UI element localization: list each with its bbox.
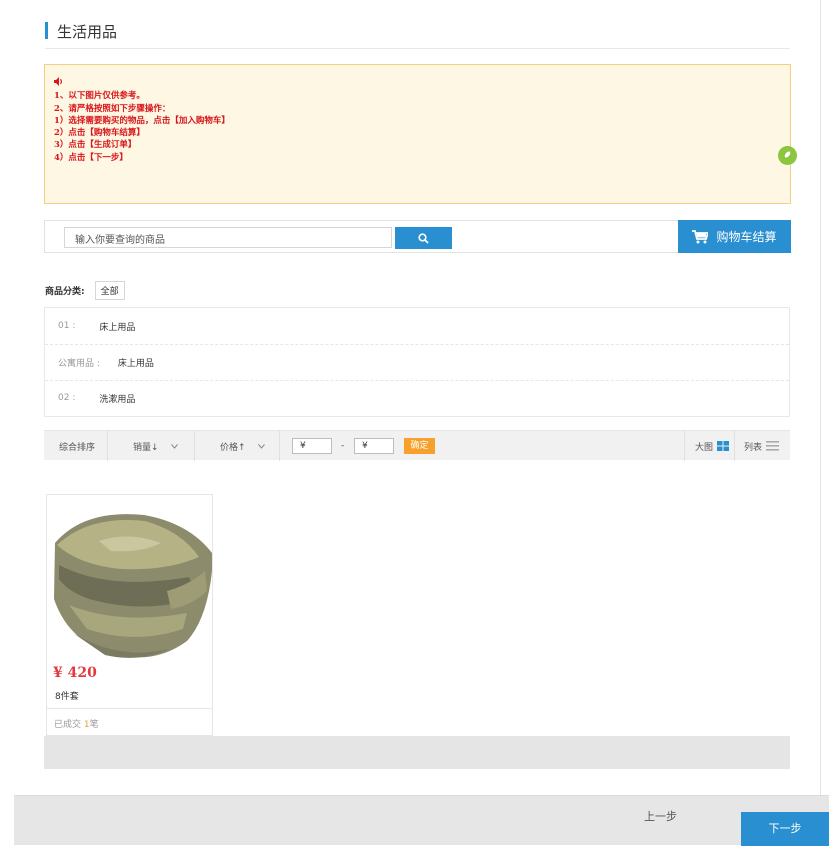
divider <box>684 431 685 461</box>
product-sales: 已成交 1笔 <box>47 708 212 736</box>
price-max-input[interactable]: ¥ <box>354 438 394 454</box>
list-view-button[interactable]: 列表 <box>744 431 780 461</box>
sort-toolbar: 综合排序 销量↓ 价格↑ ¥ - ¥ 确定 大图 列表 <box>44 430 790 461</box>
category-filter: 商品分类: 全部 <box>45 280 125 300</box>
section-header: 生活用品 <box>45 18 790 49</box>
notice-line: 1、以下图片仅供参考。 <box>54 91 145 102</box>
grid-icon <box>717 441 730 451</box>
category-key: 02 : <box>58 393 76 403</box>
product-image[interactable] <box>49 501 212 664</box>
price-confirm-button[interactable]: 确定 <box>404 438 435 454</box>
sold-prefix: 已成交 <box>54 720 82 730</box>
list-icon <box>766 441 780 451</box>
speaker-icon <box>54 77 230 90</box>
chevron-down-icon <box>170 443 178 449</box>
pagination-bar <box>44 736 790 769</box>
category-label: 商品分类: <box>45 286 85 297</box>
sort-price-label: 价格↑ <box>220 442 246 453</box>
next-step-button[interactable]: 下一步 <box>741 812 829 846</box>
category-list: 01 : 床上用品 公寓用品 : 床上用品 02 : 洗漱用品 <box>44 307 790 417</box>
divider <box>734 431 735 461</box>
category-key: 公寓用品 : <box>58 358 100 369</box>
sort-general[interactable]: 综合排序 <box>59 431 95 461</box>
notice-line: 2、请严格按照如下步骤操作： <box>54 103 171 114</box>
search-bar: 输入你要查询的商品 购物车结算 <box>44 220 791 253</box>
category-row: 01 : 床上用品 <box>45 308 789 345</box>
chevron-down-icon <box>257 443 265 449</box>
search-button[interactable] <box>395 227 452 249</box>
notice-line: 3）点击【生成订单】 <box>54 140 137 151</box>
cart-checkout-button[interactable]: 购物车结算 <box>678 220 791 253</box>
page-right-border <box>820 0 821 795</box>
search-input[interactable]: 输入你要查询的商品 <box>64 227 392 248</box>
notice-text: 1、以下图片仅供参考。 2、请严格按照如下步骤操作： 1）选择需要购买的物品，点… <box>54 77 230 164</box>
divider <box>194 431 195 461</box>
category-key: 01 : <box>58 321 76 331</box>
price-range-dash: - <box>341 441 345 451</box>
sort-price[interactable]: 价格↑ <box>220 431 265 461</box>
sort-sales[interactable]: 销量↓ <box>133 431 178 461</box>
product-card[interactable]: ¥ 420 8件套 已成交 1笔 <box>46 494 213 736</box>
leaf-icon[interactable] <box>778 146 797 165</box>
prev-step-button[interactable]: 上一步 <box>644 808 677 824</box>
category-row: 公寓用品 : 床上用品 <box>45 344 789 381</box>
search-icon <box>418 232 429 244</box>
divider <box>279 431 280 461</box>
notice-line: 2）点击【购物车结算】 <box>54 128 145 139</box>
big-view-button[interactable]: 大图 <box>695 431 730 461</box>
sold-suffix: 笔 <box>89 720 99 730</box>
notice-line: 4）点击【下一步】 <box>54 152 128 163</box>
cart-icon <box>692 229 709 243</box>
sort-sales-label: 销量↓ <box>133 442 159 453</box>
notice-line: 1）选择需要购买的物品，点击【加入购物车】 <box>54 115 230 126</box>
title-accent-bar <box>45 22 48 39</box>
list-view-label: 列表 <box>744 442 763 453</box>
instruction-notice: 1、以下图片仅供参考。 2、请严格按照如下步骤操作： 1）选择需要购买的物品，点… <box>44 64 791 204</box>
price-min-input[interactable]: ¥ <box>292 438 332 454</box>
category-link[interactable]: 洗漱用品 <box>99 392 135 405</box>
category-row: 02 : 洗漱用品 <box>45 380 789 416</box>
cart-checkout-label: 购物车结算 <box>716 230 777 244</box>
divider <box>107 431 108 461</box>
big-view-label: 大图 <box>695 442 714 453</box>
category-link[interactable]: 床上用品 <box>99 320 135 333</box>
page-title: 生活用品 <box>57 23 118 41</box>
footer-bar: 上一步 下一步 <box>14 795 829 846</box>
product-price: ¥ 420 <box>53 665 97 681</box>
category-link[interactable]: 床上用品 <box>118 356 154 369</box>
product-name[interactable]: 8件套 <box>55 689 79 702</box>
category-all-button[interactable]: 全部 <box>94 280 125 300</box>
